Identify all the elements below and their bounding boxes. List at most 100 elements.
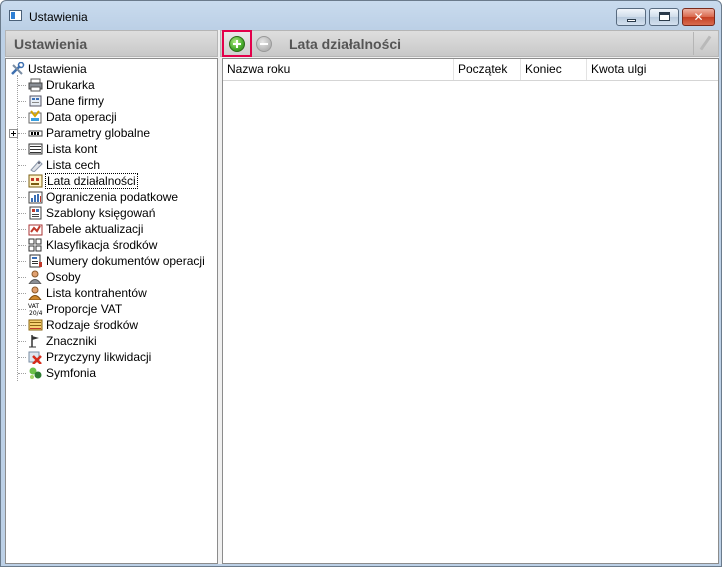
column-header-koniec[interactable]: Koniec bbox=[521, 59, 587, 80]
tree-branch-line bbox=[18, 133, 26, 134]
pencil-icon bbox=[699, 35, 712, 51]
tree-item-contractor[interactable]: Lista kontrahentów bbox=[6, 285, 216, 301]
templates-icon bbox=[29, 206, 42, 220]
tree-item-update-table[interactable]: Tabele aktualizacji bbox=[6, 221, 216, 237]
column-header-poczatek[interactable]: Początek bbox=[454, 59, 521, 80]
close-button[interactable]: ✕ bbox=[682, 8, 715, 26]
expand-icon[interactable] bbox=[9, 129, 18, 138]
asset-types-icon bbox=[28, 319, 43, 331]
tree-branch-line bbox=[18, 197, 26, 198]
tree-item-label: Tabele aktualizacji bbox=[46, 222, 144, 236]
tree-item-label: Symfonia bbox=[46, 366, 97, 380]
remove-icon[interactable] bbox=[256, 36, 272, 52]
tree-item-company[interactable]: Dane firmy bbox=[6, 93, 216, 109]
column-header-kwota-ulgi[interactable]: Kwota ulgi bbox=[587, 59, 718, 80]
tree-item-label: Parametry globalne bbox=[46, 126, 151, 140]
symfonia-icon bbox=[29, 367, 42, 379]
update-table-icon bbox=[28, 224, 43, 236]
tree-item-label: Rodzaje środków bbox=[46, 318, 139, 332]
tree-branch-line bbox=[18, 373, 26, 374]
calendar-date-icon bbox=[28, 110, 42, 124]
tree-item-label: Ograniczenia podatkowe bbox=[46, 190, 179, 204]
tree-item-years[interactable]: Lata działalności bbox=[6, 173, 216, 189]
svg-text:20/49: 20/49 bbox=[29, 310, 43, 316]
tree-item-accounts[interactable]: Lista kont bbox=[6, 141, 216, 157]
parameters-icon bbox=[28, 130, 43, 137]
tree-item-label: Proporcje VAT bbox=[46, 302, 123, 316]
tree-item-label: Numery dokumentów operacji bbox=[46, 254, 205, 268]
column-header-nazwa-roku[interactable]: Nazwa roku bbox=[223, 59, 454, 80]
left-panel-title: Ustawienia bbox=[14, 36, 88, 52]
tree-item-asset-types[interactable]: Rodzaje środków bbox=[6, 317, 216, 333]
right-panel-toolbar: Lata działalności bbox=[220, 30, 719, 57]
tree-branch-line bbox=[18, 181, 26, 182]
minimize-icon bbox=[627, 19, 636, 22]
edit-button[interactable] bbox=[693, 32, 717, 55]
tree-item-document-numbers[interactable]: Numery dokumentów operacji bbox=[6, 253, 216, 269]
tree-branch-line bbox=[18, 277, 26, 278]
tree-branch-line bbox=[18, 357, 26, 358]
tree-item-vat[interactable]: VAT20/49Proporcje VAT bbox=[6, 301, 216, 317]
tree-item-delete-x[interactable]: Przyczyny likwidacji bbox=[6, 349, 216, 365]
app-icon bbox=[9, 10, 22, 21]
add-icon bbox=[229, 36, 245, 52]
tree-item-classification[interactable]: Klasyfikacja środków bbox=[6, 237, 216, 253]
tools-icon bbox=[11, 62, 25, 75]
list-header: Nazwa roku Początek Koniec Kwota ulgi bbox=[223, 59, 718, 81]
tree-item-symfonia[interactable]: Symfonia bbox=[6, 365, 216, 381]
tree-branch-line bbox=[18, 165, 26, 166]
right-panel-title: Lata działalności bbox=[289, 36, 402, 52]
settings-tree[interactable]: Ustawienia Drukarka Dane firmy Data operac… bbox=[5, 58, 218, 564]
tree-item-templates[interactable]: Szablony księgowań bbox=[6, 205, 216, 221]
add-button[interactable] bbox=[222, 30, 252, 57]
tree-root-label: Ustawienia bbox=[28, 62, 87, 76]
settings-window: Ustawienia ✕ Ustawienia Lata działalnośc… bbox=[0, 0, 722, 567]
tree-item-label: Znaczniki bbox=[46, 334, 97, 348]
tree-item-tax-chart[interactable]: Ograniczenia podatkowe bbox=[6, 189, 216, 205]
tree-item-flag[interactable]: Znaczniki bbox=[6, 333, 216, 349]
accounts-icon bbox=[28, 143, 43, 155]
maximize-button[interactable] bbox=[649, 8, 679, 26]
tree-item-label: Drukarka bbox=[46, 78, 95, 92]
window-title: Ustawienia bbox=[29, 10, 88, 24]
tree-item-label: Szablony księgowań bbox=[46, 206, 156, 220]
years-icon bbox=[28, 174, 43, 188]
tree-branch-line bbox=[18, 101, 26, 102]
tag-icon bbox=[30, 160, 43, 172]
tree-item-calendar-date[interactable]: Data operacji bbox=[6, 109, 216, 125]
company-icon bbox=[29, 95, 42, 107]
tree-item-label: Data operacji bbox=[46, 110, 117, 124]
tree-branch-line bbox=[18, 245, 26, 246]
left-panel-header: Ustawienia bbox=[5, 30, 218, 57]
tree-item-label: Dane firmy bbox=[46, 94, 105, 108]
tree-item-label: Lista cech bbox=[46, 158, 101, 172]
tree-branch-line bbox=[18, 293, 26, 294]
maximize-icon bbox=[659, 12, 670, 21]
tree-item-printer[interactable]: Drukarka bbox=[6, 77, 216, 93]
tree-branch-line bbox=[18, 149, 26, 150]
tree-item-label: Klasyfikacja środków bbox=[46, 238, 158, 252]
flag-icon bbox=[29, 335, 39, 348]
years-list[interactable]: Nazwa roku Początek Koniec Kwota ulgi bbox=[222, 58, 719, 564]
tree-item-person[interactable]: Osoby bbox=[6, 269, 216, 285]
tree-item-label: Lata działalności bbox=[45, 173, 138, 189]
tree-item-label: Lista kontrahentów bbox=[46, 286, 147, 300]
tree-branch-line bbox=[18, 309, 26, 310]
tree-branch-line bbox=[18, 213, 26, 214]
classification-icon bbox=[28, 238, 42, 252]
person-icon bbox=[28, 270, 42, 284]
tree-item-tag[interactable]: Lista cech bbox=[6, 157, 216, 173]
tree-branch-line bbox=[18, 117, 26, 118]
window-client-area: Ustawienia Lata działalności Ustawienia bbox=[5, 30, 719, 564]
printer-icon bbox=[28, 78, 43, 92]
delete-x-icon bbox=[28, 351, 42, 364]
minimize-button[interactable] bbox=[616, 8, 646, 26]
tree-item-label: Przyczyny likwidacji bbox=[46, 350, 152, 364]
tree-branch-line bbox=[18, 229, 26, 230]
title-bar[interactable]: Ustawienia ✕ bbox=[1, 1, 721, 31]
tree-item-label: Lista kont bbox=[46, 142, 98, 156]
tree-branch-line bbox=[18, 261, 26, 262]
svg-text:VAT: VAT bbox=[28, 303, 39, 310]
tree-item-label: Osoby bbox=[46, 270, 81, 284]
tree-item-parameters[interactable]: Parametry globalne bbox=[6, 125, 216, 141]
